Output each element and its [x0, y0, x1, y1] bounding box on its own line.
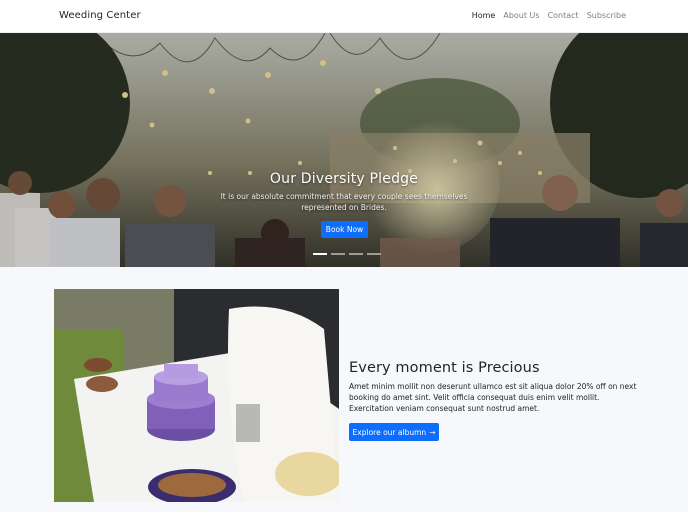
brand-logo[interactable]: Weeding Center	[59, 10, 141, 21]
main-nav: Home About Us Contact Subscribe	[472, 11, 626, 20]
feature-text: Every moment is Precious Amet minim moll…	[349, 360, 639, 441]
navbar: Weeding Center Home About Us Contact Sub…	[0, 0, 688, 33]
carousel-indicator-3[interactable]	[349, 253, 363, 255]
carousel-indicator-1[interactable]	[313, 253, 327, 255]
cake-cutting-photo	[54, 289, 339, 502]
explore-album-button[interactable]: Explore our albumn →	[349, 423, 439, 441]
arrow-right-icon: →	[429, 427, 436, 437]
hero-caption: Our Diversity Pledge It is our absolute …	[0, 171, 688, 213]
hero-subtitle: It is our absolute commitment that every…	[220, 192, 468, 212]
carousel-indicators	[313, 253, 381, 255]
nav-contact-link[interactable]: Contact	[548, 11, 579, 20]
explore-album-label: Explore our albumn	[352, 427, 427, 437]
feature-title: Every moment is Precious	[349, 360, 540, 376]
nav-about-link[interactable]: About Us	[503, 11, 539, 20]
nav-subscribe-link[interactable]: Subscribe	[587, 11, 626, 20]
book-now-button[interactable]: Book Now	[321, 221, 368, 238]
nav-home-link[interactable]: Home	[472, 11, 496, 20]
hero-title: Our Diversity Pledge	[269, 171, 419, 187]
carousel-indicator-4[interactable]	[367, 253, 381, 255]
feature-description: Amet minim mollit non deserunt ullamco e…	[349, 382, 637, 413]
carousel-indicator-2[interactable]	[331, 253, 345, 255]
